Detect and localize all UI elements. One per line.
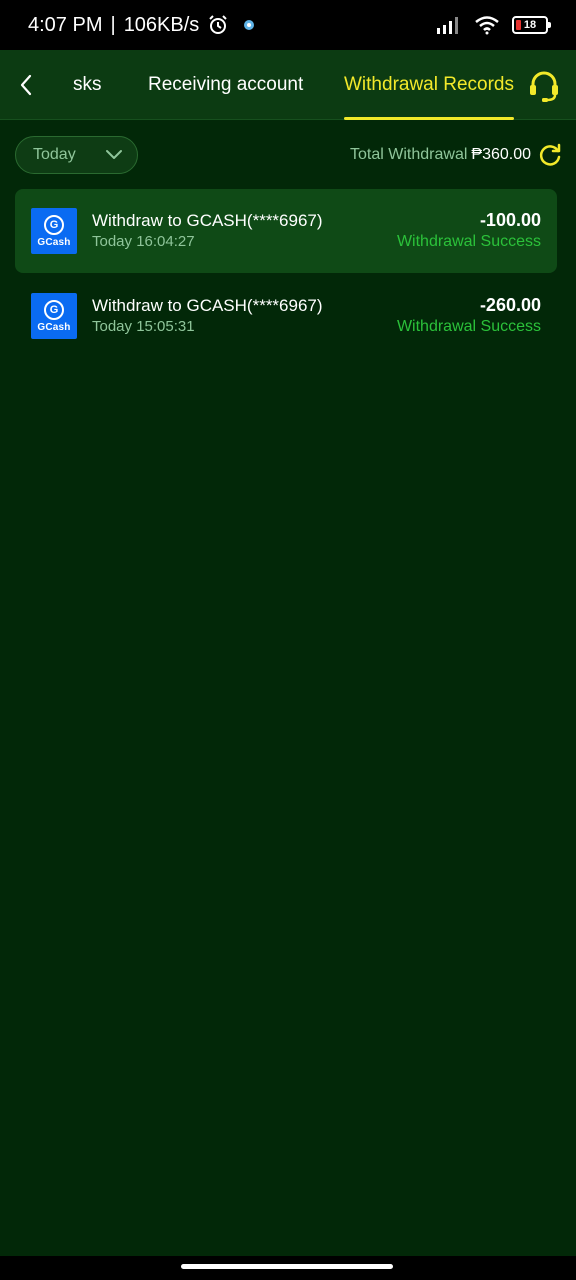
gcash-logo-text: GCash [37, 321, 71, 333]
chevron-left-icon [20, 74, 32, 96]
total-withdrawal-label: Total Withdrawal [350, 146, 468, 163]
tab-sks[interactable]: sks [73, 50, 102, 120]
battery-icon: 18 [512, 16, 551, 34]
alarm-icon [207, 14, 229, 36]
record-title: Withdraw to GCASH(****6967) [92, 211, 323, 230]
record-status: Withdrawal Success [396, 233, 541, 250]
gcash-logo-letter: G [44, 214, 64, 235]
network-speed: 106KB/s [123, 13, 200, 36]
gcash-logo: G GCash [31, 208, 77, 254]
withdrawal-record[interactable]: G GCash Withdraw to GCASH(****6967) Toda… [15, 189, 557, 273]
total-withdrawal: Total Withdrawal ₱360.00 [350, 146, 531, 164]
record-time: Today 16:04:27 [92, 233, 195, 250]
status-right: 18 [436, 15, 551, 35]
header: sks Receiving account Withdrawal Records [0, 50, 576, 120]
status-left: 4:07 PM | 106KB/s [28, 14, 255, 37]
back-button[interactable] [14, 70, 38, 100]
withdrawal-record[interactable]: G GCash Withdraw to GCASH(****6967) Toda… [15, 274, 557, 358]
status-time: 4:07 PM [28, 13, 103, 36]
record-status: Withdrawal Success [396, 318, 541, 335]
record-time: Today 15:05:31 [92, 318, 195, 335]
status-bar: 4:07 PM | 106KB/s 18 [0, 0, 576, 50]
battery-level: 18 [523, 19, 537, 31]
record-title: Withdraw to GCASH(****6967) [92, 296, 323, 315]
support-button[interactable] [527, 69, 561, 103]
refresh-button[interactable] [537, 142, 563, 168]
date-filter-value: Today [33, 146, 76, 163]
app-notification-icon [243, 19, 255, 31]
chevron-down-icon [105, 149, 123, 161]
total-withdrawal-value: ₱360.00 [471, 146, 531, 163]
date-filter-dropdown[interactable]: Today [15, 136, 138, 174]
tab-withdrawal-records[interactable]: Withdrawal Records [344, 50, 514, 120]
home-gesture-bar[interactable] [181, 1264, 393, 1269]
tab-receiving-account[interactable]: Receiving account [148, 50, 303, 120]
signal-icon [436, 16, 462, 34]
record-amount: -260.00 [479, 295, 541, 315]
status-separator: | [110, 13, 116, 36]
gcash-logo-text: GCash [37, 236, 71, 248]
record-amount: -100.00 [479, 210, 541, 230]
refresh-icon [539, 143, 561, 166]
gcash-logo: G GCash [31, 293, 77, 339]
wifi-icon [474, 15, 500, 35]
gcash-logo-letter: G [44, 299, 64, 320]
headset-icon [530, 71, 558, 102]
